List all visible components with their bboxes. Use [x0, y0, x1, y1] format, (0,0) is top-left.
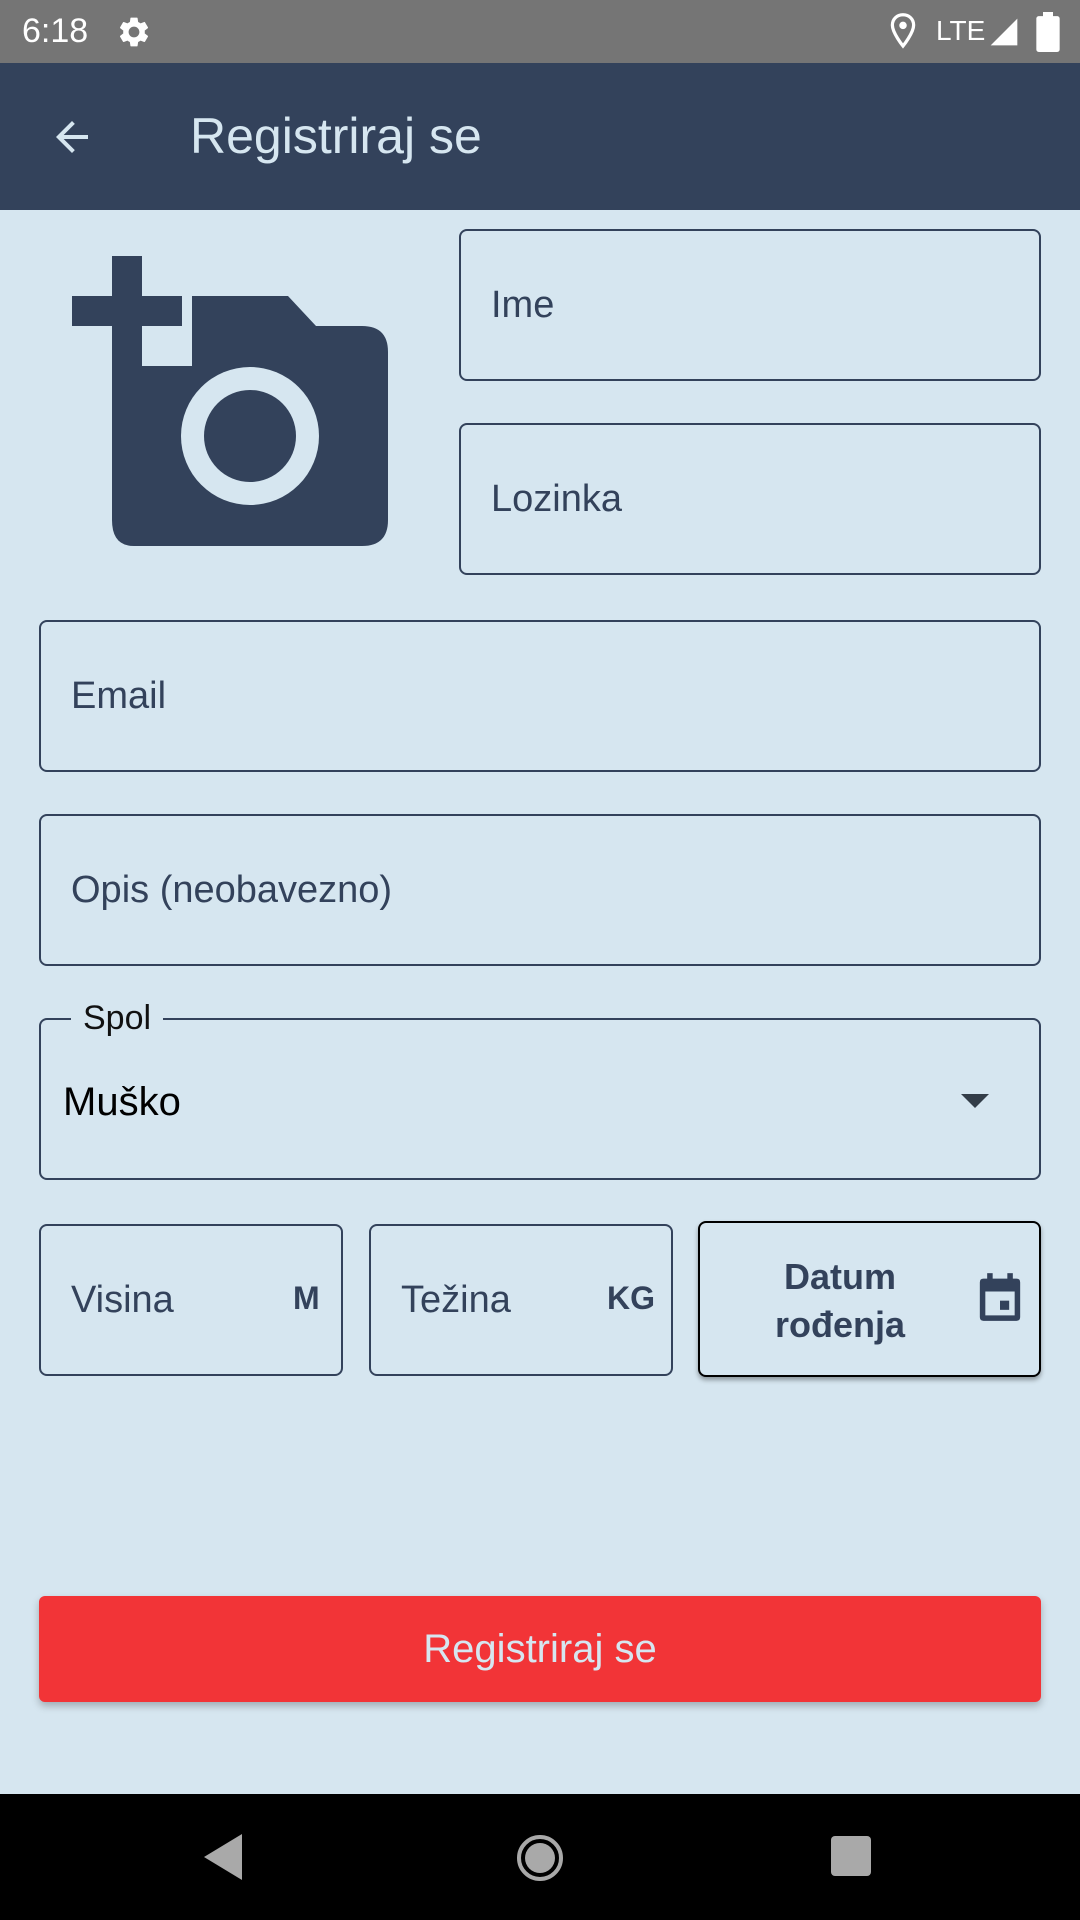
weight-unit: KG [607, 1280, 655, 1316]
status-bar: 6:18 LTE [0, 0, 1080, 63]
password-input[interactable] [461, 425, 1039, 573]
name-field[interactable] [459, 229, 1041, 381]
nav-back-icon[interactable] [204, 1834, 244, 1880]
dropdown-arrow-icon[interactable] [961, 1094, 989, 1108]
app-bar: Registriraj se [0, 63, 1080, 210]
email-field[interactable] [39, 620, 1041, 772]
gender-value: Muško [63, 1080, 181, 1124]
signal-icon [990, 18, 1018, 46]
password-field[interactable] [459, 423, 1041, 575]
register-button[interactable]: Registriraj se [39, 1596, 1041, 1702]
name-input[interactable] [461, 231, 1039, 379]
birth-date-label: Datum rođenja [774, 1256, 906, 1345]
location-icon [890, 13, 916, 49]
email-input[interactable] [41, 622, 1039, 770]
add-photo-camera-icon[interactable] [70, 256, 388, 546]
gender-select[interactable]: Spol Muško [39, 998, 1041, 1180]
page-title: Registriraj se [190, 108, 482, 164]
calendar-icon [979, 1273, 1021, 1321]
height-field[interactable]: M [39, 1224, 343, 1376]
navigation-bar [0, 1794, 1080, 1920]
battery-icon [1036, 12, 1060, 52]
birth-date-button[interactable]: Datum rođenja [698, 1221, 1041, 1377]
status-time: 6:18 [22, 12, 89, 50]
description-input[interactable] [41, 816, 1039, 964]
nav-recents-icon[interactable] [831, 1836, 871, 1876]
description-field[interactable] [39, 814, 1041, 966]
network-type: LTE [936, 15, 986, 46]
weight-field[interactable]: KG [369, 1224, 673, 1376]
gender-label: Spol [71, 998, 164, 1038]
height-unit: M [293, 1280, 320, 1316]
arrow-left-icon[interactable] [48, 113, 96, 161]
nav-home-icon[interactable] [516, 1834, 564, 1882]
gear-icon [119, 17, 149, 47]
